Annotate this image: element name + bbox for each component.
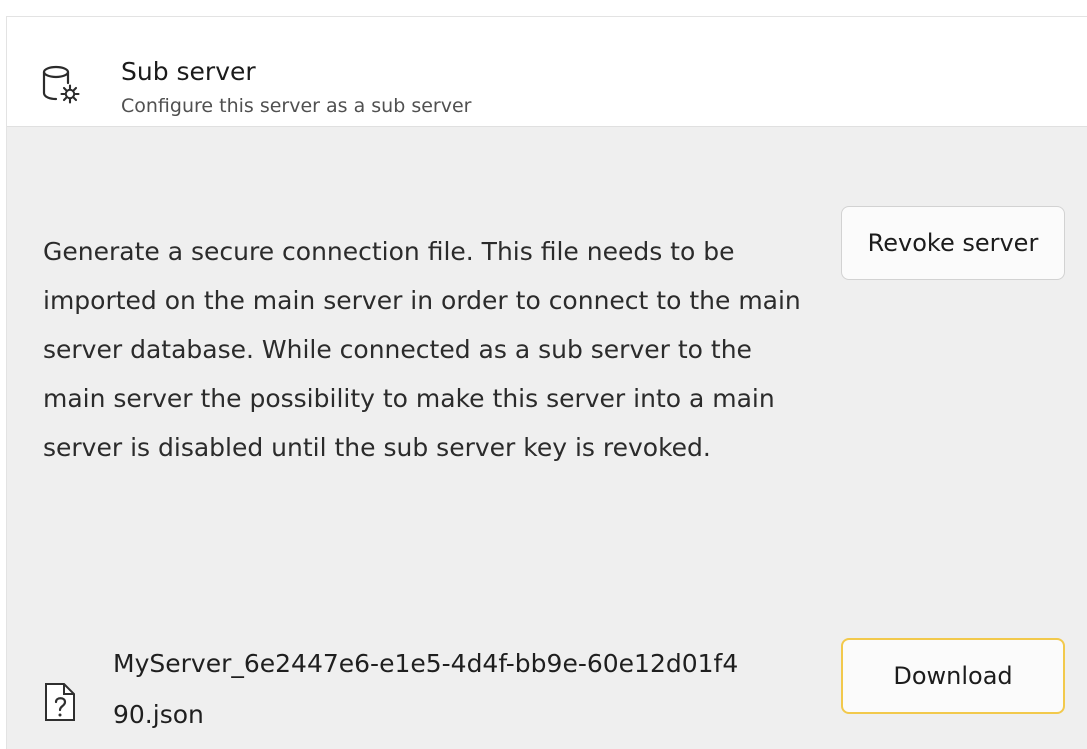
connection-file-description: Generate a secure connection file. This … bbox=[43, 237, 801, 462]
sub-server-title: Sub server bbox=[121, 57, 256, 86]
revoke-server-button[interactable]: Revoke server bbox=[841, 206, 1065, 280]
sub-server-settings-card: Sub server Configure this server as a su… bbox=[6, 16, 1087, 749]
sub-server-subtitle: Configure this server as a sub server bbox=[121, 95, 472, 117]
connection-file-row: MyServer_6e2447e6-e1e5-4d4f-bb9e-60e12d0… bbox=[7, 626, 807, 736]
unknown-file-icon bbox=[43, 682, 77, 722]
sub-server-header: Sub server Configure this server as a su… bbox=[7, 17, 1087, 127]
database-gear-icon bbox=[39, 63, 87, 111]
download-button[interactable]: Download bbox=[841, 638, 1065, 714]
connection-file-name: MyServer_6e2447e6-e1e5-4d4f-bb9e-60e12d0… bbox=[113, 649, 739, 729]
page: Sub server Configure this server as a su… bbox=[0, 0, 1087, 749]
sub-server-panel: Generate a secure connection file. This … bbox=[7, 127, 1087, 749]
